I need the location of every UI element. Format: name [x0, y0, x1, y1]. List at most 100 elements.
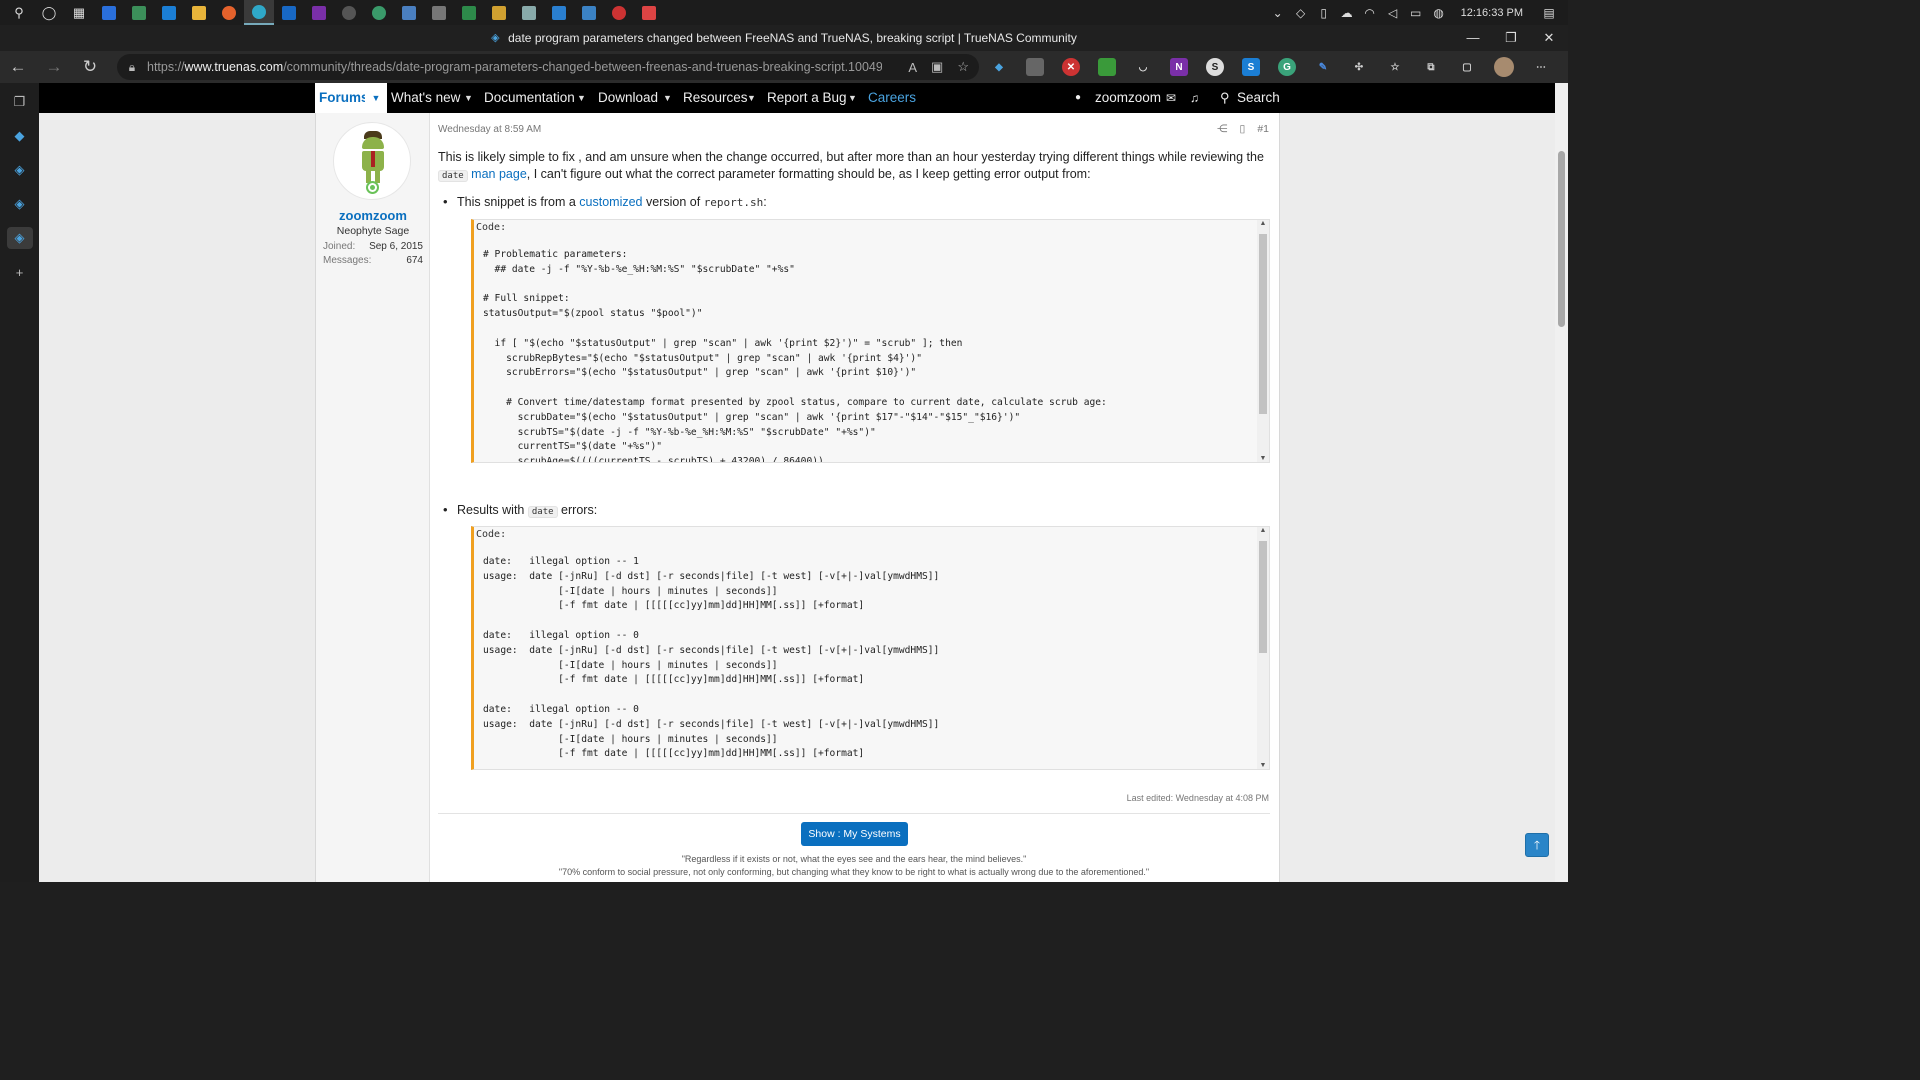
show-systems-button[interactable]: Show : My Systems: [801, 822, 908, 846]
app-icon[interactable]: [574, 0, 604, 25]
app-icon[interactable]: [514, 0, 544, 25]
clock[interactable]: 12:16:33 PM: [1461, 7, 1523, 19]
nav-resources[interactable]: Resources: [683, 83, 748, 113]
store-icon[interactable]: [94, 0, 124, 25]
nav-report-bug[interactable]: Report a Bug: [767, 83, 847, 113]
scroll-up-icon[interactable]: ▲: [1257, 527, 1269, 534]
app-icon[interactable]: [334, 0, 364, 25]
notification-icon[interactable]: ▤: [1542, 6, 1556, 20]
tab-actions-icon[interactable]: ❐: [7, 91, 33, 113]
nav-search[interactable]: Search: [1237, 83, 1280, 113]
code-block[interactable]: Code: date: illegal option -- 1 usage: d…: [471, 526, 1270, 770]
chevron-down-icon[interactable]: ▼: [747, 83, 756, 113]
cortana-icon[interactable]: ◯: [34, 0, 64, 25]
chevron-down-icon[interactable]: ▼: [464, 83, 473, 113]
nav-download[interactable]: Download: [598, 83, 658, 113]
page-scrollbar[interactable]: [1555, 83, 1568, 882]
scroll-down-icon[interactable]: ▼: [1257, 762, 1269, 769]
more-menu-icon[interactable]: ⋯: [1532, 58, 1550, 76]
user-name[interactable]: zoomzoom: [316, 208, 430, 223]
scrollbar-thumb[interactable]: [1259, 541, 1267, 653]
extension-icon[interactable]: S: [1242, 58, 1260, 76]
scrollbar-thumb[interactable]: [1259, 234, 1267, 414]
scroll-to-top-button[interactable]: 🡑: [1525, 833, 1549, 857]
task-view-icon[interactable]: ▦: [64, 0, 94, 25]
refresh-icon[interactable]: ↻: [72, 57, 108, 77]
search-icon[interactable]: ⚲: [1220, 83, 1230, 113]
nav-careers[interactable]: Careers: [868, 83, 916, 113]
tab-favicon-icon[interactable]: ◈: [7, 159, 33, 181]
code-scrollbar[interactable]: ▲ ▼: [1257, 220, 1269, 462]
battery-icon[interactable]: ▭: [1409, 6, 1423, 20]
app-icon[interactable]: [484, 0, 514, 25]
pocket-icon[interactable]: ◡: [1134, 58, 1152, 76]
scroll-down-icon[interactable]: ▼: [1257, 455, 1269, 462]
firefox-icon[interactable]: [214, 0, 244, 25]
app-icon[interactable]: [604, 0, 634, 25]
globe-icon[interactable]: ◍: [1432, 6, 1446, 20]
app-icon[interactable]: [124, 0, 154, 25]
bookmark-icon[interactable]: ▯: [1240, 123, 1246, 135]
extension-icon[interactable]: ◆: [990, 58, 1008, 76]
app-icon[interactable]: [424, 0, 454, 25]
file-explorer-icon[interactable]: [184, 0, 214, 25]
code-scrollbar[interactable]: ▲ ▼: [1257, 527, 1269, 769]
nav-username[interactable]: zoomzoom: [1095, 83, 1161, 113]
nav-documentation[interactable]: Documentation: [484, 83, 575, 113]
new-tab-icon[interactable]: +: [7, 261, 33, 283]
edge-icon[interactable]: [244, 0, 274, 25]
address-bar[interactable]: 🔒︎ https://www.truenas.com/community/thr…: [117, 54, 979, 80]
wifi-icon[interactable]: ◠: [1363, 6, 1377, 20]
customized-link[interactable]: customized: [579, 195, 642, 209]
read-aloud-icon[interactable]: A: [908, 60, 917, 75]
chevron-down-icon[interactable]: ⌄: [1271, 6, 1285, 20]
app-icon[interactable]: [394, 0, 424, 25]
search-icon[interactable]: ⚲: [4, 0, 34, 25]
post-date[interactable]: Wednesday at 8:59 AM: [438, 124, 541, 135]
extension-icon[interactable]: S: [1206, 58, 1224, 76]
app-icon[interactable]: [454, 0, 484, 25]
profile-avatar[interactable]: [1494, 57, 1514, 77]
chevron-down-icon[interactable]: ▼: [577, 83, 586, 113]
vscode-icon[interactable]: [154, 0, 184, 25]
url-text[interactable]: https://www.truenas.com/community/thread…: [147, 60, 882, 74]
close-icon[interactable]: ✕: [1530, 25, 1568, 51]
man-page-link[interactable]: man page: [471, 167, 527, 181]
minimize-icon[interactable]: —: [1454, 25, 1492, 51]
scrollbar-thumb[interactable]: [1558, 151, 1565, 327]
lock-icon[interactable]: 🔒︎: [117, 60, 147, 75]
downloads-icon[interactable]: ▢: [1458, 58, 1476, 76]
forward-icon[interactable]: →: [36, 57, 72, 77]
diamond-icon[interactable]: ◇: [1294, 6, 1308, 20]
extension-icon[interactable]: G: [1278, 58, 1296, 76]
tab-favicon-icon[interactable]: ◈: [6, 227, 33, 249]
reader-view-icon[interactable]: ▣: [931, 59, 943, 75]
outlook-icon[interactable]: [274, 0, 304, 25]
chevron-down-icon[interactable]: ▼: [663, 83, 672, 113]
post-number[interactable]: #1: [1257, 123, 1269, 135]
app-tray-icon[interactable]: ▯: [1317, 6, 1331, 20]
user-avatar-icon[interactable]: ●: [1075, 83, 1081, 113]
nav-whats-new[interactable]: What's new: [391, 83, 460, 113]
code-block[interactable]: Code: # Problematic parameters: ## date …: [471, 219, 1270, 463]
pen-icon[interactable]: ✎: [1314, 58, 1332, 76]
chevron-down-icon[interactable]: ▼: [848, 83, 857, 113]
onenote-icon[interactable]: [304, 0, 334, 25]
share-icon[interactable]: ⋲: [1217, 123, 1228, 135]
bell-icon[interactable]: ♫: [1190, 83, 1199, 113]
inbox-icon[interactable]: ✉: [1166, 83, 1176, 113]
scroll-up-icon[interactable]: ▲: [1257, 220, 1269, 227]
favorites-icon[interactable]: ☆: [1386, 58, 1404, 76]
app-icon[interactable]: [544, 0, 574, 25]
cloud-icon[interactable]: ☁: [1340, 6, 1354, 20]
nav-forums[interactable]: Forums: [315, 83, 373, 113]
app-icon[interactable]: [634, 0, 664, 25]
onenote-extension-icon[interactable]: N: [1170, 58, 1188, 76]
extension-icon[interactable]: [1026, 58, 1044, 76]
app-icon[interactable]: [364, 0, 394, 25]
restore-icon[interactable]: ❐: [1492, 25, 1530, 51]
volume-icon[interactable]: ◁: [1386, 6, 1400, 20]
extensions-puzzle-icon[interactable]: ✣: [1350, 58, 1368, 76]
back-icon[interactable]: ←: [0, 57, 36, 77]
collections-icon[interactable]: ⧉: [1422, 58, 1440, 76]
